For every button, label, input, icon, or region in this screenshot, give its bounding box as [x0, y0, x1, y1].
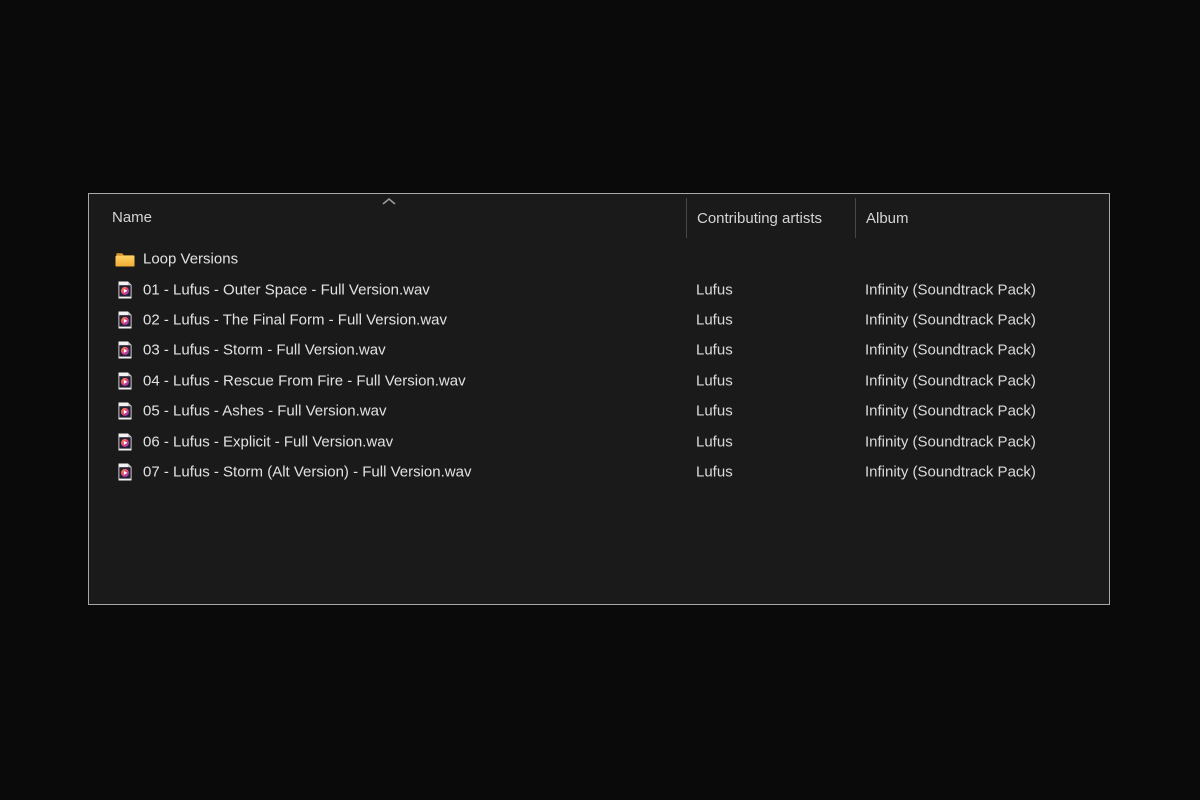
file-album: Infinity (Soundtrack Pack) [865, 372, 1036, 389]
audio-file-icon [115, 310, 135, 330]
file-album: Infinity (Soundtrack Pack) [865, 433, 1036, 450]
file-album: Infinity (Soundtrack Pack) [865, 463, 1036, 480]
file-row[interactable]: 07 - Lufus - Storm (Alt Version) - Full … [89, 457, 1109, 487]
file-artist: Lufus [696, 311, 733, 328]
folder-name: Loop Versions [143, 251, 238, 268]
file-name: 03 - Lufus - Storm - Full Version.wav [143, 342, 386, 359]
file-explorer-list-panel: Name Contributing artists Album Loop Ver… [88, 193, 1110, 605]
file-row[interactable]: 02 - Lufus - The Final Form - Full Versi… [89, 305, 1109, 335]
file-name: 07 - Lufus - Storm (Alt Version) - Full … [143, 463, 471, 480]
file-name: 02 - Lufus - The Final Form - Full Versi… [143, 311, 447, 328]
folder-row[interactable]: Loop Versions [89, 244, 1109, 274]
audio-file-icon [115, 280, 135, 300]
file-name: 01 - Lufus - Outer Space - Full Version.… [143, 281, 430, 298]
file-name: 04 - Lufus - Rescue From Fire - Full Ver… [143, 372, 466, 389]
column-header-contributing-artists[interactable]: Contributing artists [686, 198, 855, 238]
chevron-up-icon [381, 197, 397, 206]
column-header-row: Name Contributing artists Album [89, 194, 1109, 241]
column-header-name-label: Name [112, 209, 152, 226]
column-header-artists-label: Contributing artists [697, 210, 822, 227]
audio-file-icon [115, 401, 135, 421]
file-artist: Lufus [696, 342, 733, 359]
file-album: Infinity (Soundtrack Pack) [865, 311, 1036, 328]
folder-icon [115, 249, 135, 269]
file-artist: Lufus [696, 433, 733, 450]
file-album: Infinity (Soundtrack Pack) [865, 342, 1036, 359]
file-album: Infinity (Soundtrack Pack) [865, 281, 1036, 298]
file-row[interactable]: 05 - Lufus - Ashes - Full Version.wav Lu… [89, 396, 1109, 426]
file-artist: Lufus [696, 463, 733, 480]
file-list: Loop Versions 01 - Lufus - Outer Space -… [89, 244, 1109, 487]
file-row[interactable]: 01 - Lufus - Outer Space - Full Version.… [89, 274, 1109, 304]
file-row[interactable]: 03 - Lufus - Storm - Full Version.wav Lu… [89, 335, 1109, 365]
audio-file-icon [115, 340, 135, 360]
file-name: 05 - Lufus - Ashes - Full Version.wav [143, 403, 386, 420]
file-artist: Lufus [696, 281, 733, 298]
file-artist: Lufus [696, 403, 733, 420]
file-row[interactable]: 06 - Lufus - Explicit - Full Version.wav… [89, 426, 1109, 456]
audio-file-icon [115, 432, 135, 452]
audio-file-icon [115, 462, 135, 482]
audio-file-icon [115, 371, 135, 391]
column-header-album[interactable]: Album [855, 198, 1109, 238]
file-name: 06 - Lufus - Explicit - Full Version.wav [143, 433, 393, 450]
column-header-name[interactable]: Name [89, 194, 686, 241]
file-row[interactable]: 04 - Lufus - Rescue From Fire - Full Ver… [89, 366, 1109, 396]
file-album: Infinity (Soundtrack Pack) [865, 403, 1036, 420]
column-header-album-label: Album [866, 210, 909, 227]
file-artist: Lufus [696, 372, 733, 389]
